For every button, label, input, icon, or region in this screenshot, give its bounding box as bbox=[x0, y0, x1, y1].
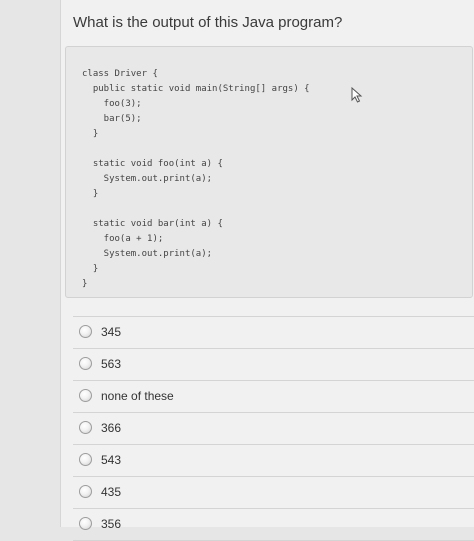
question-page: What is the output of this Java program?… bbox=[60, 0, 474, 541]
radio-button[interactable] bbox=[79, 325, 92, 338]
question-title: What is the output of this Java program? bbox=[73, 14, 343, 31]
answer-options: 345 563 none of these 366 543 435 356 bbox=[73, 316, 474, 541]
answer-option[interactable]: 345 bbox=[73, 316, 474, 348]
radio-button[interactable] bbox=[79, 453, 92, 466]
answer-option[interactable]: 356 bbox=[73, 508, 474, 541]
answer-option[interactable]: 435 bbox=[73, 476, 474, 508]
option-label: 345 bbox=[101, 325, 122, 339]
option-label: 366 bbox=[101, 421, 122, 435]
radio-button[interactable] bbox=[79, 485, 92, 498]
code-block: class Driver { public static void main(S… bbox=[65, 46, 473, 298]
mouse-pointer-icon bbox=[351, 87, 363, 103]
option-label: 435 bbox=[101, 485, 122, 499]
radio-button[interactable] bbox=[79, 517, 92, 530]
option-label: 356 bbox=[101, 517, 122, 531]
radio-button[interactable] bbox=[79, 389, 92, 402]
option-label: none of these bbox=[101, 389, 174, 403]
answer-option[interactable]: none of these bbox=[73, 380, 474, 412]
answer-option[interactable]: 563 bbox=[73, 348, 474, 380]
code-text: class Driver { public static void main(S… bbox=[82, 69, 310, 289]
option-label: 563 bbox=[101, 357, 122, 371]
radio-button[interactable] bbox=[79, 421, 92, 434]
answer-option[interactable]: 543 bbox=[73, 444, 474, 476]
radio-button[interactable] bbox=[79, 357, 92, 370]
option-label: 543 bbox=[101, 453, 122, 467]
answer-option[interactable]: 366 bbox=[73, 412, 474, 444]
